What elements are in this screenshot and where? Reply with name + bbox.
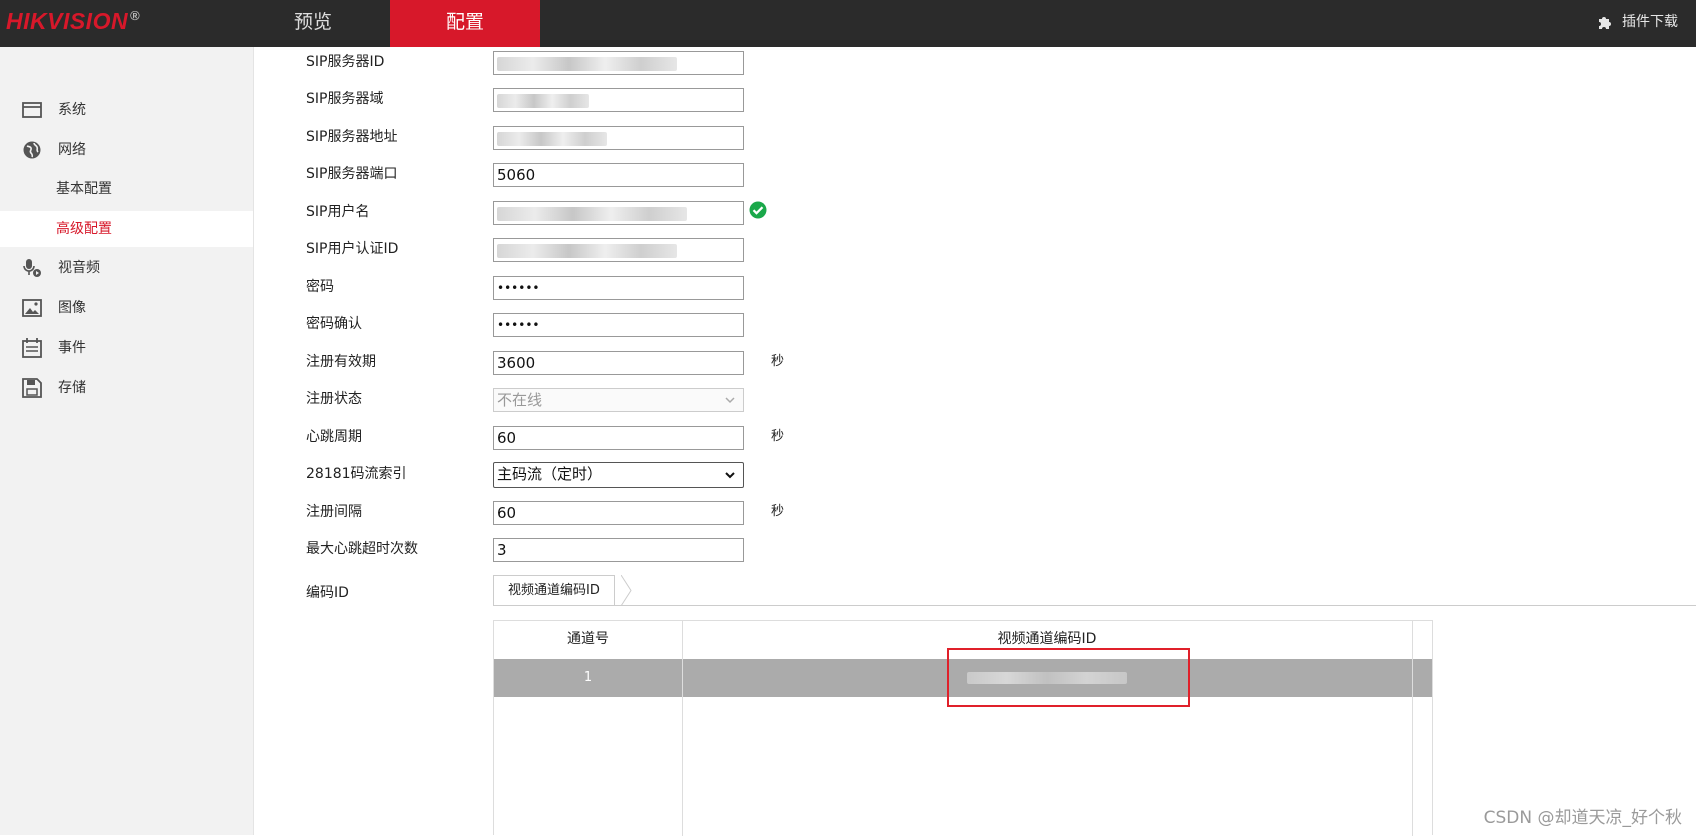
puzzle-icon: [1599, 17, 1611, 29]
sidebar-item-event[interactable]: 事件: [0, 330, 253, 366]
sidebar-item-advanced-config[interactable]: 高级配置: [0, 211, 253, 247]
window-icon: [22, 102, 42, 118]
max-heartbeat-timeout-input[interactable]: 3: [493, 538, 744, 562]
sip-auth-id-label: SIP用户认证ID: [306, 241, 399, 257]
sidebar-item-network[interactable]: 网络: [0, 132, 253, 168]
tab-config[interactable]: 配置: [390, 0, 540, 47]
sip-server-address-label: SIP服务器地址: [306, 129, 398, 145]
microphone-icon: [23, 259, 41, 277]
sip-username-label: SIP用户名: [306, 204, 370, 220]
redacted-value: [497, 243, 677, 258]
sip-auth-id-input[interactable]: [493, 238, 744, 262]
password-label: 密码: [306, 279, 334, 295]
password-confirm-input[interactable]: ••••••: [493, 313, 744, 337]
sip-server-id-input[interactable]: [493, 51, 744, 75]
sidebar: 系统 网络 基本配置 高级配置 视音频 图像 事件 存储: [0, 47, 254, 835]
sip-server-address-input[interactable]: [493, 126, 744, 150]
sidebar-item-label: 系统: [58, 102, 86, 118]
tab-arrow-shape: [621, 575, 632, 606]
tab-preview[interactable]: 预览: [258, 0, 368, 47]
register-validity-unit: 秒: [771, 354, 785, 369]
tab-video-channel-encode-id[interactable]: 视频通道编码ID: [493, 575, 615, 606]
redacted-value: [497, 93, 589, 108]
plugin-download-link[interactable]: 插件下载: [1596, 0, 1678, 47]
sip-server-port-label: SIP服务器端口: [306, 166, 398, 182]
register-interval-input[interactable]: 60: [493, 501, 744, 525]
stream-index-select[interactable]: 主码流（定时）: [493, 462, 744, 488]
annotation-highlight-box: [947, 648, 1190, 707]
heartbeat-period-unit: 秒: [771, 429, 785, 444]
sidebar-item-image[interactable]: 图像: [0, 290, 253, 326]
stream-index-value: 主码流（定时）: [497, 465, 603, 483]
sidebar-item-label: 网络: [58, 142, 86, 158]
channel-cell: 1: [583, 670, 593, 685]
register-validity-label: 注册有效期: [306, 354, 376, 370]
sip-server-domain-label: SIP服务器域: [306, 91, 384, 107]
check-circle-icon: [749, 201, 767, 219]
watermark: CSDN @却道天凉_好个秋: [1483, 808, 1682, 828]
sidebar-item-storage[interactable]: 存储: [0, 370, 253, 406]
sidebar-item-audio-video[interactable]: 视音频: [0, 250, 253, 286]
plugin-download-label: 插件下载: [1622, 14, 1678, 30]
encode-id-label: 编码ID: [306, 585, 349, 601]
redacted-value: [497, 206, 687, 221]
register-interval-label: 注册间隔: [306, 504, 362, 520]
calendar-icon: [22, 338, 42, 358]
register-interval-unit: 秒: [771, 504, 785, 519]
column-divider: [682, 621, 683, 836]
register-status-select: 不在线: [493, 388, 744, 412]
register-status-value: 不在线: [497, 391, 543, 409]
sidebar-item-basic-config[interactable]: 基本配置: [0, 171, 253, 207]
heartbeat-period-input[interactable]: 60: [493, 426, 744, 450]
password-input[interactable]: ••••••: [493, 276, 744, 300]
chevron-down-icon: [725, 397, 735, 404]
sidebar-item-system[interactable]: 系统: [0, 92, 253, 128]
top-bar: HIKVISION ® 预览 配置 插件下载: [0, 0, 1696, 47]
column-header-channel: 通道号: [567, 631, 609, 647]
globe-icon: [23, 141, 41, 159]
stream-index-label: 28181码流索引: [306, 466, 407, 482]
sip-server-port-input[interactable]: 5060: [493, 163, 744, 187]
register-status-label: 注册状态: [306, 391, 362, 407]
sip-server-domain-input[interactable]: [493, 88, 744, 112]
max-heartbeat-timeout-label: 最大心跳超时次数: [306, 541, 418, 557]
sidebar-item-label: 视音频: [58, 260, 100, 276]
sidebar-item-label: 基本配置: [56, 181, 112, 197]
tab-divider: [493, 605, 1696, 606]
register-validity-input[interactable]: 3600: [493, 351, 744, 375]
chevron-down-icon: [725, 472, 735, 479]
password-confirm-label: 密码确认: [306, 316, 362, 332]
sip-username-input[interactable]: [493, 201, 744, 225]
sidebar-item-label: 事件: [58, 340, 86, 356]
redacted-value: [497, 131, 607, 146]
heartbeat-period-label: 心跳周期: [306, 429, 362, 445]
hikvision-logo: HIKVISION ®: [6, 8, 141, 34]
sip-server-id-label: SIP服务器ID: [306, 54, 385, 70]
column-divider: [1412, 621, 1413, 836]
sidebar-item-label: 存储: [58, 380, 86, 396]
sidebar-item-label: 图像: [58, 300, 86, 316]
redacted-value: [497, 56, 677, 71]
sidebar-item-label: 高级配置: [56, 221, 112, 237]
save-disk-icon: [22, 378, 42, 398]
image-icon: [22, 299, 42, 317]
